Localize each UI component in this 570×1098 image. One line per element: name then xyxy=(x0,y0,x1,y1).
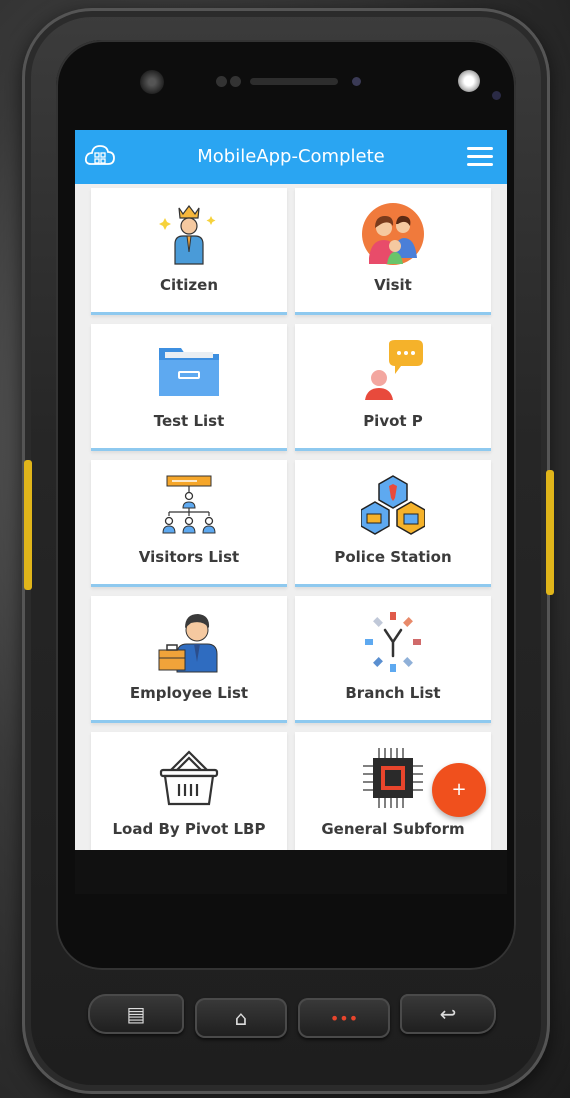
tile-label: Test List xyxy=(153,412,225,430)
hardware-more-button[interactable]: ••• xyxy=(298,998,390,1038)
tile-visit[interactable]: Visit xyxy=(295,188,491,315)
network-cubes-icon xyxy=(361,475,425,535)
tile-branch-list[interactable]: Branch List xyxy=(295,596,491,723)
sensor-dot xyxy=(230,76,241,87)
hamburger-menu-icon[interactable] xyxy=(467,147,493,167)
sensor-dot xyxy=(216,76,227,87)
tile-label: Pivot P xyxy=(363,412,423,430)
tile-label: Branch List xyxy=(345,684,441,702)
chip-icon xyxy=(363,748,423,808)
side-button-right xyxy=(546,470,554,595)
basket-icon xyxy=(159,750,219,806)
home-icon: ⌂ xyxy=(234,1006,248,1030)
tile-employee-list[interactable]: Employee List xyxy=(91,596,287,723)
employee-icon xyxy=(158,614,218,673)
app-bar: MobileApp-Complete xyxy=(75,130,507,184)
visit-family-icon xyxy=(362,203,424,265)
tile-label: Employee List xyxy=(129,684,249,702)
folder-icon xyxy=(159,348,219,396)
tile-label: General Subform xyxy=(321,820,465,838)
tile-visitors-list[interactable]: Visitors List xyxy=(91,460,287,587)
menu-lines-icon: ▤ xyxy=(126,1002,146,1026)
front-camera xyxy=(140,70,164,94)
earpiece-speaker xyxy=(250,78,338,85)
tile-citizen[interactable]: Citizen xyxy=(91,188,287,315)
app-title: MobileApp-Complete xyxy=(197,146,385,167)
side-button-left xyxy=(24,460,32,590)
tile-label: Visit xyxy=(374,276,412,294)
tile-label: Load By Pivot LBP xyxy=(112,820,266,838)
tile-label: Police Station xyxy=(334,548,452,566)
org-chart-icon xyxy=(162,475,216,534)
tile-label: Visitors List xyxy=(138,548,240,566)
hardware-home-button[interactable]: ⌂ xyxy=(195,998,287,1038)
screen-bottom-strip xyxy=(75,850,507,894)
tile-load-by-pivot-lbp[interactable]: Load By Pivot LBP xyxy=(91,732,287,850)
sensor-dot xyxy=(352,77,361,86)
add-fab-button[interactable]: + xyxy=(432,763,486,817)
citizen-icon xyxy=(159,205,216,265)
sensor-dot xyxy=(492,91,501,100)
app-screen: MobileApp-Complete Citizen Visit Test Li… xyxy=(75,130,507,850)
hardware-back-button[interactable]: ↩ xyxy=(400,994,496,1034)
tile-label: Citizen xyxy=(159,276,219,294)
tile-test-list[interactable]: Test List xyxy=(91,324,287,451)
tile-police-station[interactable]: Police Station xyxy=(295,460,491,587)
hardware-menu-button[interactable]: ▤ xyxy=(88,994,184,1034)
more-dots-icon: ••• xyxy=(329,1008,359,1028)
back-arrow-icon: ↩ xyxy=(439,1002,457,1026)
tile-pivot-p[interactable]: Pivot P xyxy=(295,324,491,451)
branch-icon xyxy=(365,612,421,672)
chat-person-icon xyxy=(365,340,423,400)
flash-light xyxy=(458,70,480,92)
